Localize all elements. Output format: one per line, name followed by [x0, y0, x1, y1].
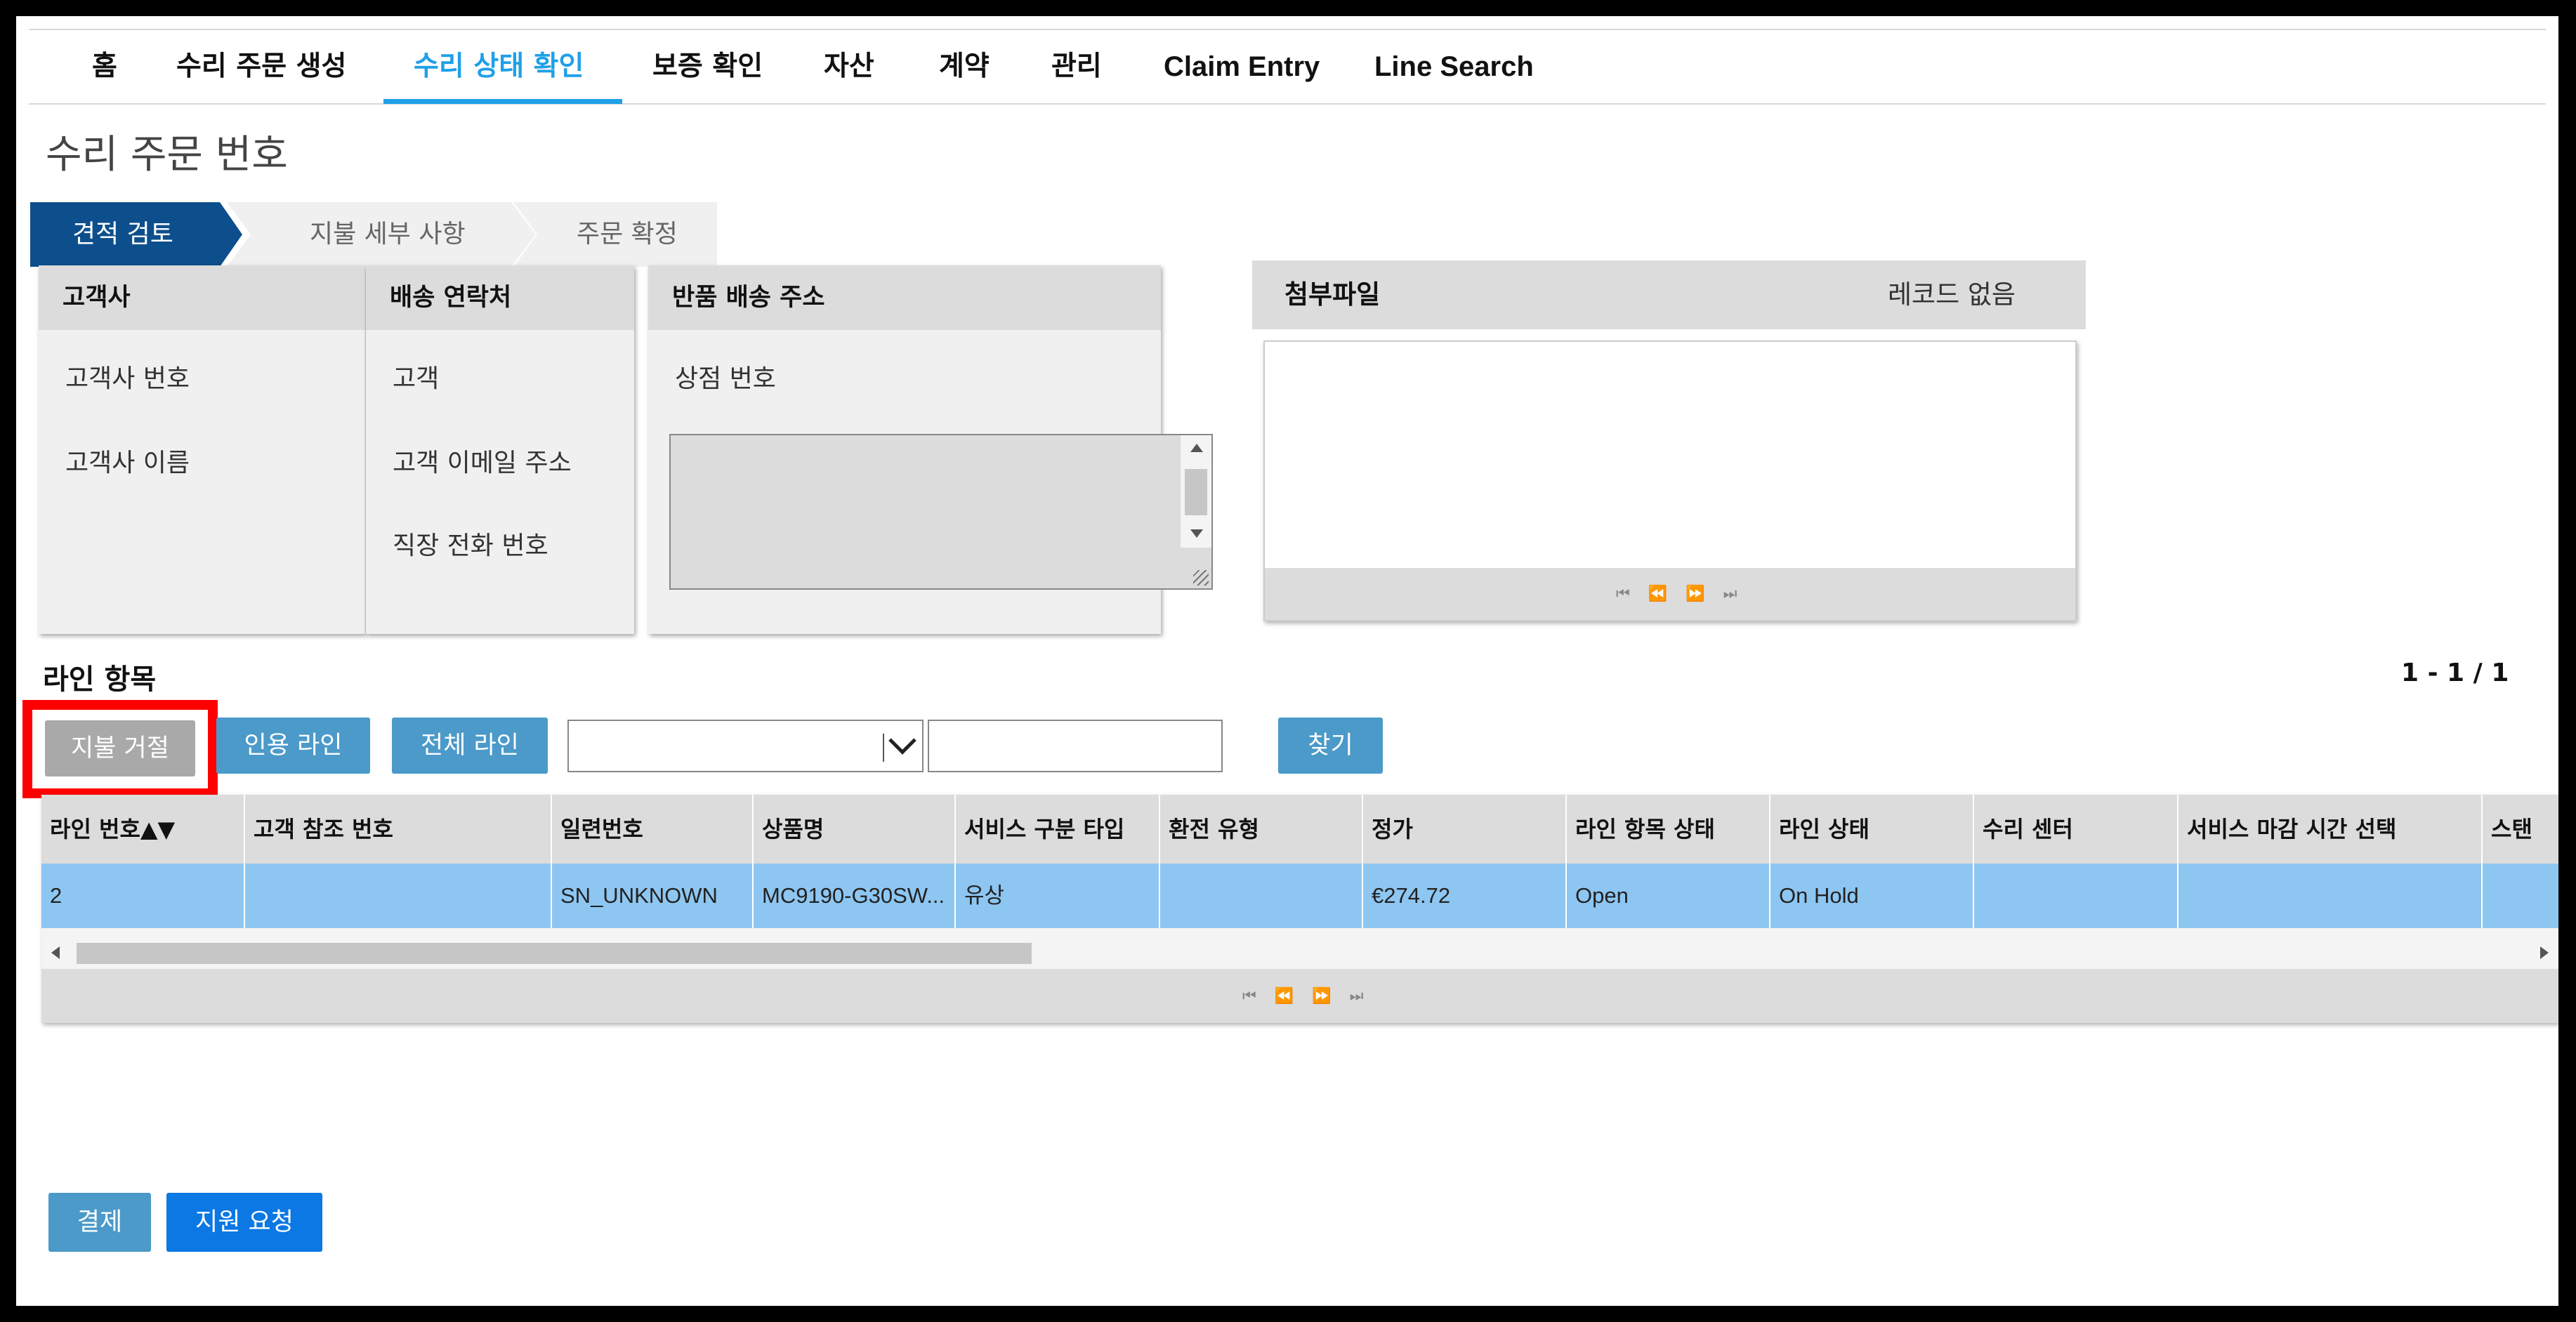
grid-pager: ⏮⏪⏩⏭ — [41, 969, 2558, 1023]
grid-header-row: 라인 번호▲▼ 고객 참조 번호 일련번호 상품명 서비스 구분 타입 환전 유… — [41, 795, 2558, 864]
return-address-panel: 반품 배송 주소 상점 번호 — [648, 265, 1213, 634]
search-input[interactable] — [928, 720, 1223, 772]
col-service-type[interactable]: 서비스 구분 타입 — [956, 795, 1160, 864]
first-page-icon[interactable]: ⏮ — [1242, 987, 1275, 1005]
attachments-pager: ⏮⏪⏩⏭ — [1265, 568, 2075, 620]
table-row[interactable]: 2 SN_UNKNOWN MC9190-G30SW... 유상 €274.72 … — [41, 864, 2558, 928]
active-tab-underline — [383, 99, 622, 104]
col-line-status[interactable]: 라인 상태 — [1770, 795, 1974, 864]
customer-name-label: 고객사 이름 — [65, 449, 190, 477]
store-number-label: 상점 번호 — [675, 364, 776, 393]
cell-service-type: 유상 — [956, 864, 1160, 928]
contact-work-phone-label: 직장 전화 번호 — [393, 531, 548, 560]
last-page-icon[interactable]: ⏭ — [1350, 987, 1382, 1005]
nav-home[interactable]: 홈 — [92, 30, 117, 103]
scroll-left-icon[interactable] — [51, 946, 60, 959]
cell-line-status: On Hold — [1770, 864, 1974, 928]
step-payment-details[interactable]: 지불 세부 사항 — [227, 202, 536, 267]
pay-button[interactable]: 결제 — [48, 1193, 151, 1252]
nav-admin[interactable]: 관리 — [1051, 30, 1102, 103]
attachments-panel: 첨부파일 레코드 없음 ⏮⏪⏩⏭ — [1252, 260, 2086, 633]
shipping-contact-panel: 배송 연락처 고객 고객 이메일 주소 직장 전화 번호 — [366, 265, 634, 634]
cell-list-price: €274.72 — [1363, 864, 1567, 928]
return-panel-title: 반품 배송 주소 — [648, 265, 1161, 330]
scroll-right-icon[interactable] — [2540, 946, 2549, 959]
select-divider — [883, 734, 884, 762]
last-page-icon[interactable]: ⏭ — [1723, 586, 1756, 603]
nav-repair-status[interactable]: 수리 상태 확인 — [414, 30, 584, 103]
grid-horizontal-scrollbar[interactable] — [41, 938, 2558, 969]
col-exchange-type[interactable]: 환전 유형 — [1160, 795, 1363, 864]
nav-line-search[interactable]: Line Search — [1374, 30, 1534, 103]
app-window: 홈 수리 주문 생성 수리 상태 확인 보증 확인 자산 계약 관리 Claim… — [16, 16, 2558, 1306]
next-page-icon[interactable]: ⏩ — [1685, 586, 1723, 603]
col-serial[interactable]: 일련번호 — [552, 795, 754, 864]
col-product-name[interactable]: 상품명 — [754, 795, 956, 864]
nav-contracts[interactable]: 계약 — [939, 30, 990, 103]
reject-payment-button[interactable]: 지불 거절 — [45, 720, 195, 776]
scroll-up-icon[interactable] — [1190, 444, 1203, 452]
support-request-button[interactable]: 지원 요청 — [166, 1193, 322, 1252]
page-title: 수리 주문 번호 — [46, 132, 288, 178]
cell-line-number: 2 — [41, 864, 245, 928]
textarea-scrollbar[interactable] — [1181, 435, 1211, 548]
no-records-text: 레코드 없음 — [1888, 279, 2016, 310]
nav-create-repair-order[interactable]: 수리 주문 생성 — [176, 30, 346, 103]
scroll-thumb[interactable] — [1185, 469, 1207, 515]
col-line-item-status[interactable]: 라인 항목 상태 — [1567, 795, 1770, 864]
grid-viewport: 라인 번호▲▼ 고객 참조 번호 일련번호 상품명 서비스 구분 타입 환전 유… — [41, 795, 2558, 937]
customer-panel-title: 고객사 — [39, 265, 365, 330]
nav-warranty-check[interactable]: 보증 확인 — [652, 30, 763, 103]
attachments-title: 첨부파일 — [1284, 279, 1381, 310]
line-items-count: 1 - 1 / 1 — [2401, 659, 2509, 687]
col-service-deadline[interactable]: 서비스 마감 시간 선택 — [2179, 795, 2483, 864]
contact-customer-label: 고객 — [393, 364, 440, 393]
line-items-grid: 라인 번호▲▼ 고객 참조 번호 일련번호 상품명 서비스 구분 타입 환전 유… — [41, 795, 2558, 1023]
top-nav: 홈 수리 주문 생성 수리 상태 확인 보증 확인 자산 계약 관리 Claim… — [29, 29, 2546, 105]
customer-number-label: 고객사 번호 — [65, 364, 190, 393]
col-customer-ref[interactable]: 고객 참조 번호 — [245, 795, 552, 864]
cell-product-name: MC9190-G30SW... — [754, 864, 956, 928]
cell-repair-center — [1974, 864, 2179, 928]
customer-panel: 고객사 고객사 번호 고객사 이름 — [39, 265, 365, 634]
line-items-title: 라인 항목 — [43, 663, 157, 696]
contact-email-label: 고객 이메일 주소 — [393, 449, 572, 477]
col-list-price[interactable]: 정가 — [1363, 795, 1567, 864]
prev-page-icon[interactable]: ⏪ — [1275, 987, 1312, 1005]
quote-line-button[interactable]: 인용 라인 — [216, 718, 370, 774]
scroll-down-icon[interactable] — [1190, 529, 1203, 538]
return-address-textarea[interactable] — [669, 434, 1213, 590]
scroll-thumb[interactable] — [77, 943, 1032, 964]
step-order-confirm[interactable]: 주문 확정 — [513, 202, 717, 267]
attachments-header: 첨부파일 레코드 없음 — [1252, 260, 2086, 329]
next-page-icon[interactable]: ⏩ — [1312, 987, 1349, 1005]
cell-exchange-type — [1160, 864, 1363, 928]
col-standard[interactable]: 스탠 — [2483, 795, 2558, 864]
col-line-number[interactable]: 라인 번호▲▼ — [41, 795, 245, 864]
all-lines-button[interactable]: 전체 라인 — [392, 718, 548, 774]
cell-line-item-status: Open — [1567, 864, 1770, 928]
cell-service-deadline — [2179, 864, 2483, 928]
chevron-down-icon[interactable] — [888, 727, 916, 755]
shipping-panel-title: 배송 연락처 — [366, 265, 634, 330]
col-repair-center[interactable]: 수리 센터 — [1974, 795, 2179, 864]
resize-grip-icon[interactable] — [1193, 570, 1209, 586]
cell-standard — [2483, 864, 2558, 928]
nav-claim-entry[interactable]: Claim Entry — [1164, 30, 1320, 103]
filter-select[interactable] — [567, 720, 924, 772]
step-quote-review[interactable]: 견적 검토 — [30, 202, 242, 267]
prev-page-icon[interactable]: ⏪ — [1648, 586, 1685, 603]
first-page-icon[interactable]: ⏮ — [1616, 586, 1648, 603]
cell-serial: SN_UNKNOWN — [552, 864, 754, 928]
nav-assets[interactable]: 자산 — [824, 30, 874, 103]
attachments-list: ⏮⏪⏩⏭ — [1263, 341, 2077, 621]
find-button[interactable]: 찾기 — [1278, 718, 1383, 774]
cell-customer-ref — [245, 864, 552, 928]
